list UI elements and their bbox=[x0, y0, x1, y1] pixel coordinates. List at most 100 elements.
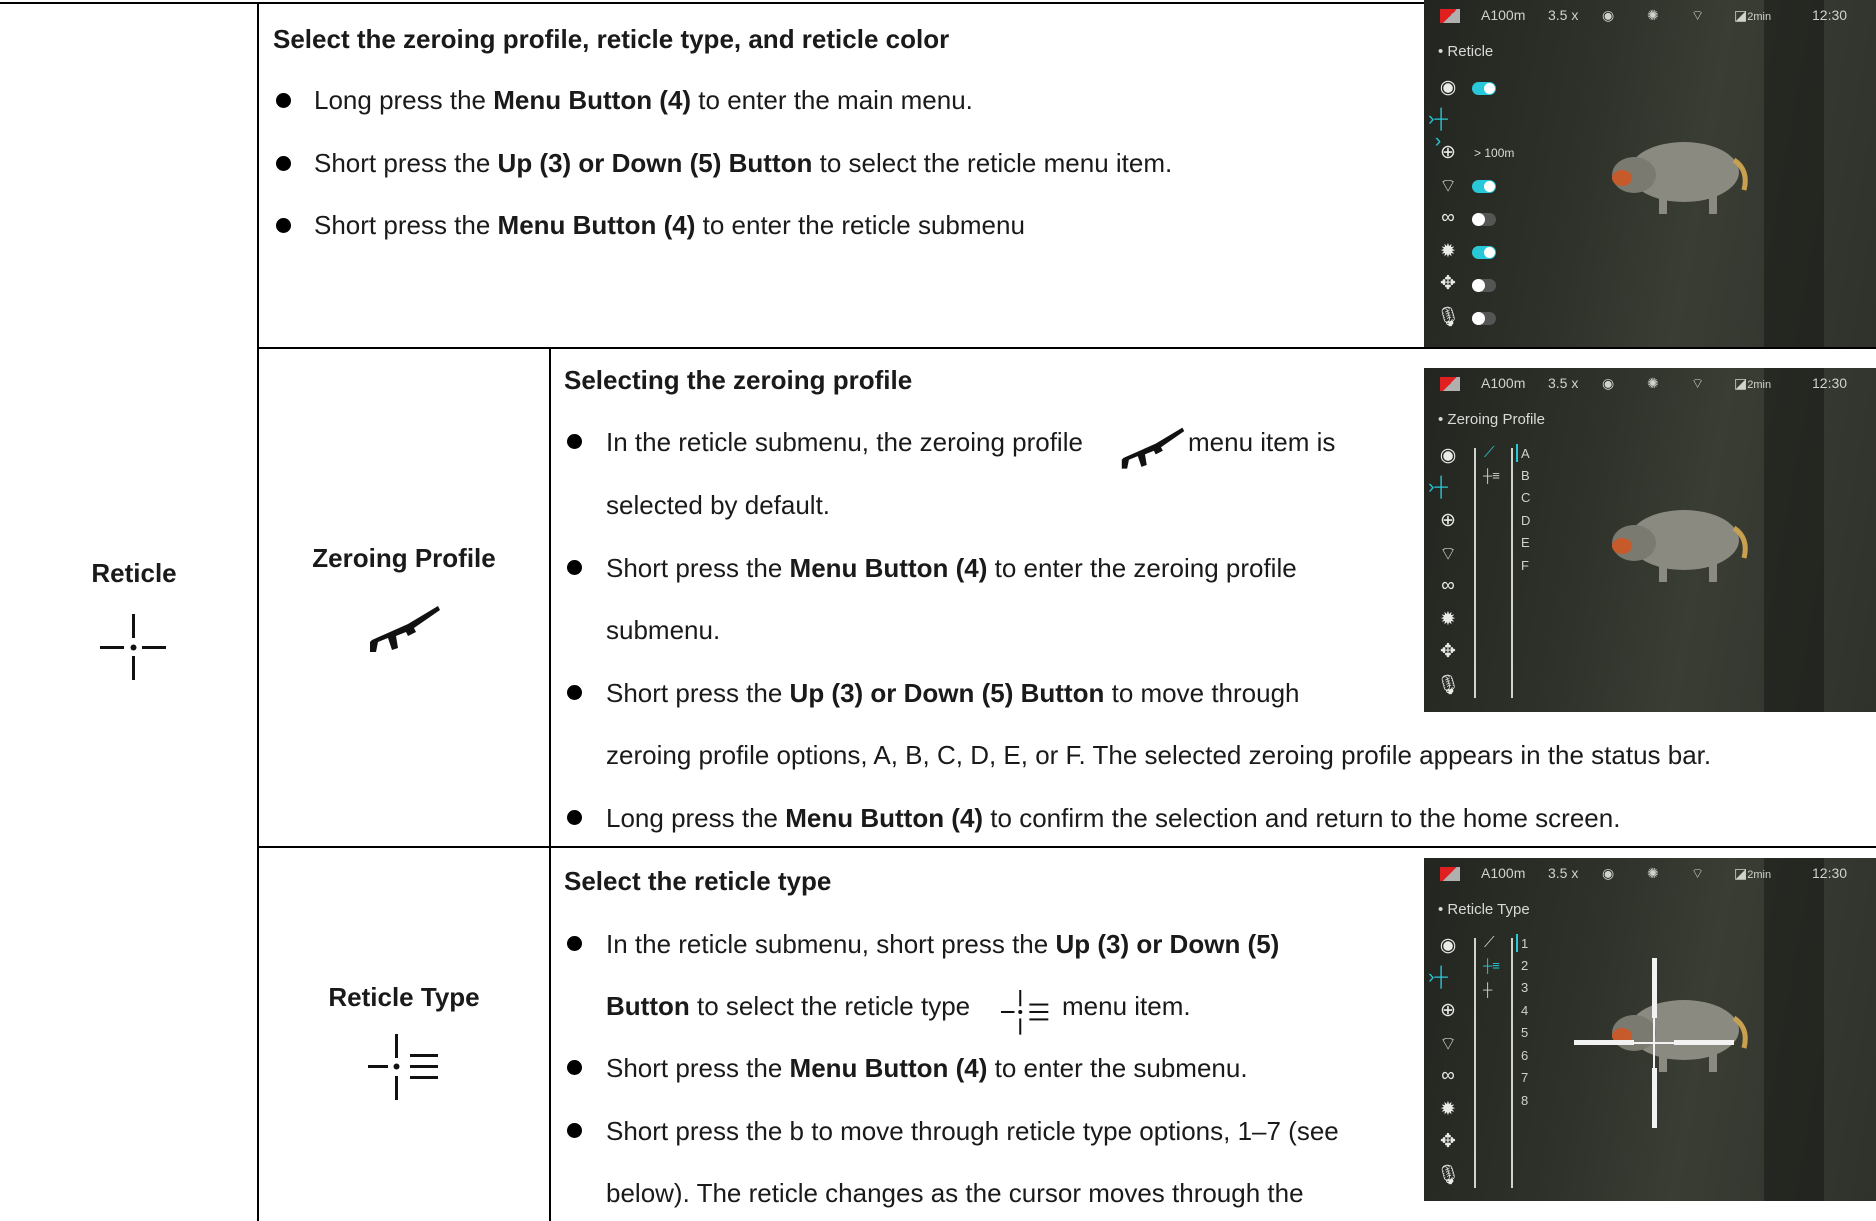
section3-bullet-3: Short press the b to move through reticl… bbox=[606, 1116, 1339, 1146]
reticle-type-icon bbox=[1000, 990, 1049, 1035]
section2-bullet-1: In the reticle submenu, the zeroing prof… bbox=[606, 427, 1083, 457]
reticle-menu-icon: ›┼ bbox=[1428, 967, 1448, 988]
section1-bullet-2: Short press the Up (3) or Down (5) Butto… bbox=[314, 148, 1173, 178]
toggle-off[interactable] bbox=[1472, 279, 1496, 292]
device-screen-reticle-type: A100m 3.5 x ◉ ✺ ⌔ ◪2min 12:30 • Reticle … bbox=[1424, 858, 1876, 1201]
section3-bullet-3-cont: below). The reticle changes as the curso… bbox=[606, 1178, 1304, 1208]
reticle-type-icon: ┼≡ bbox=[1483, 958, 1500, 973]
gear-icon: ✹ bbox=[1440, 1099, 1456, 1120]
section1-title: Select the zeroing profile, reticle type… bbox=[273, 24, 950, 54]
eye-icon: ◉ bbox=[1602, 375, 1615, 391]
wifi-icon: ⌔ bbox=[1691, 865, 1705, 881]
submenu-bar bbox=[1511, 938, 1513, 1188]
mic-icon: 🎙 bbox=[1436, 675, 1461, 696]
column-divider-1 bbox=[257, 2, 259, 1221]
section1-bullet-1: Long press the Menu Button (4) to enter … bbox=[314, 85, 973, 115]
row-divider-2 bbox=[257, 846, 1876, 848]
bullet bbox=[567, 1123, 582, 1138]
palette-icon bbox=[1440, 9, 1460, 23]
boar-image bbox=[1612, 142, 1748, 214]
eye-icon: ◉ bbox=[1439, 935, 1457, 956]
submenu-bar bbox=[1474, 938, 1476, 1188]
sun-icon: ✺ bbox=[1647, 375, 1659, 391]
reticle-type-label: Reticle Type bbox=[328, 982, 480, 1012]
gear-icon: ✹ bbox=[1440, 609, 1456, 630]
reticle-sub-icon: ┼ bbox=[1483, 982, 1493, 997]
bullet bbox=[567, 810, 582, 825]
bullet bbox=[567, 560, 582, 575]
eye-icon: ◉ bbox=[1602, 865, 1615, 881]
sun-icon: ✺ bbox=[1647, 7, 1659, 23]
zeroing-profile-label: Zeroing Profile bbox=[312, 543, 496, 573]
section2-title: Selecting the zeroing profile bbox=[564, 365, 913, 395]
link-icon: ∞ bbox=[1441, 1065, 1455, 1086]
target-icon: ⊕ bbox=[1440, 142, 1456, 163]
mic-icon: 🎙 bbox=[1436, 307, 1461, 328]
mic-icon: 🎙 bbox=[1436, 1165, 1461, 1186]
wifi-icon: ⌔ bbox=[1691, 7, 1705, 23]
status-bar: A100m 3.5 x ◉ ✺ ⌔ ◪2min 12:30 bbox=[1424, 0, 1876, 30]
section3-bullet-1-end: menu item. bbox=[1062, 991, 1191, 1021]
bullet bbox=[567, 936, 582, 951]
gear-icon: ✹ bbox=[1440, 241, 1456, 262]
rifle-icon: ⟋ bbox=[1484, 444, 1495, 461]
wifi-icon: ⌔ bbox=[1439, 1034, 1457, 1055]
section2-bullet-2: Short press the Menu Button (4) to enter… bbox=[606, 553, 1297, 583]
submenu-bar bbox=[1511, 448, 1513, 698]
wifi-icon: ⌔ bbox=[1691, 375, 1705, 391]
toggle-off[interactable] bbox=[1472, 312, 1496, 325]
row-divider-1 bbox=[257, 347, 1876, 349]
toggle-on[interactable] bbox=[1472, 82, 1496, 95]
bullet bbox=[276, 93, 291, 108]
eye-icon: ◉ bbox=[1602, 7, 1615, 23]
status-bar: A100m 3.5 x ◉ ✺ ⌔ ◪2min 12:30 bbox=[1424, 368, 1876, 398]
compass-icon: ✥ bbox=[1440, 1131, 1456, 1152]
bullet bbox=[567, 434, 582, 449]
wifi-icon: ⌔ bbox=[1439, 544, 1457, 565]
column-divider-2 bbox=[549, 347, 551, 1221]
rifle-icon bbox=[370, 606, 440, 652]
section2-bullet-2-cont: submenu. bbox=[606, 615, 721, 645]
section2-bullet-1-end: menu item is bbox=[1188, 427, 1336, 457]
device-screen-reticle: A100m 3.5 x ◉ ✺ ⌔ ◪2min 12:30 • Reticle … bbox=[1424, 0, 1876, 347]
eye-icon: ◉ bbox=[1439, 445, 1457, 466]
section1-bullet-3: Short press the Menu Button (4) to enter… bbox=[314, 210, 1025, 240]
section3-bullet-1-cont: Button to select the reticle type bbox=[606, 991, 971, 1021]
section2-bullet-3-cont: zeroing profile options, A, B, C, D, E, … bbox=[606, 740, 1712, 770]
rifle-icon: ⟋ bbox=[1484, 934, 1495, 951]
section3-bullet-2: Short press the Menu Button (4) to enter… bbox=[606, 1053, 1248, 1083]
link-icon: ∞ bbox=[1441, 575, 1455, 596]
link-icon: ∞ bbox=[1441, 207, 1455, 228]
section2-bullet-1-cont: selected by default. bbox=[606, 490, 831, 520]
section3-title: Select the reticle type bbox=[564, 866, 832, 896]
section2-bullet-3: Short press the Up (3) or Down (5) Butto… bbox=[606, 678, 1300, 708]
compass-icon: ✥ bbox=[1440, 641, 1456, 662]
eye-icon: ◉ bbox=[1439, 77, 1457, 98]
sun-icon: ✺ bbox=[1647, 865, 1659, 881]
toggle-on[interactable] bbox=[1472, 180, 1496, 193]
reticle-overlay bbox=[1574, 958, 1734, 1128]
section3-bullet-1: In the reticle submenu, short press the … bbox=[606, 929, 1280, 959]
target-icon: ⊕ bbox=[1440, 1000, 1456, 1021]
palette-icon bbox=[1440, 377, 1460, 391]
palette-icon bbox=[1440, 867, 1460, 881]
row-label-reticle: Reticle bbox=[91, 558, 177, 588]
toggle-on[interactable] bbox=[1472, 246, 1496, 259]
wifi-icon: ⌔ bbox=[1439, 176, 1457, 197]
bullet bbox=[567, 685, 582, 700]
reticle-menu-icon: ›┼ bbox=[1428, 477, 1448, 498]
device-screen-zeroing-profile: A100m 3.5 x ◉ ✺ ⌔ ◪2min 12:30 • Zeroing … bbox=[1424, 368, 1876, 712]
rifle-icon bbox=[1121, 427, 1185, 469]
submenu-bar bbox=[1474, 448, 1476, 698]
target-icon: ⊕ bbox=[1440, 510, 1456, 531]
toggle-off[interactable] bbox=[1472, 213, 1496, 226]
status-bar: A100m 3.5 x ◉ ✺ ⌔ ◪2min 12:30 bbox=[1424, 858, 1876, 888]
reticle-crosshair-icon bbox=[100, 614, 166, 680]
bullet bbox=[276, 218, 291, 233]
reticle-type-icon: ┼≡ bbox=[1483, 468, 1500, 483]
compass-icon: ✥ bbox=[1440, 273, 1456, 294]
section2-bullet-4: Long press the Menu Button (4) to confir… bbox=[606, 803, 1621, 833]
boar-image bbox=[1612, 510, 1748, 582]
bullet bbox=[567, 1060, 582, 1075]
reticle-type-icon bbox=[368, 1034, 438, 1100]
